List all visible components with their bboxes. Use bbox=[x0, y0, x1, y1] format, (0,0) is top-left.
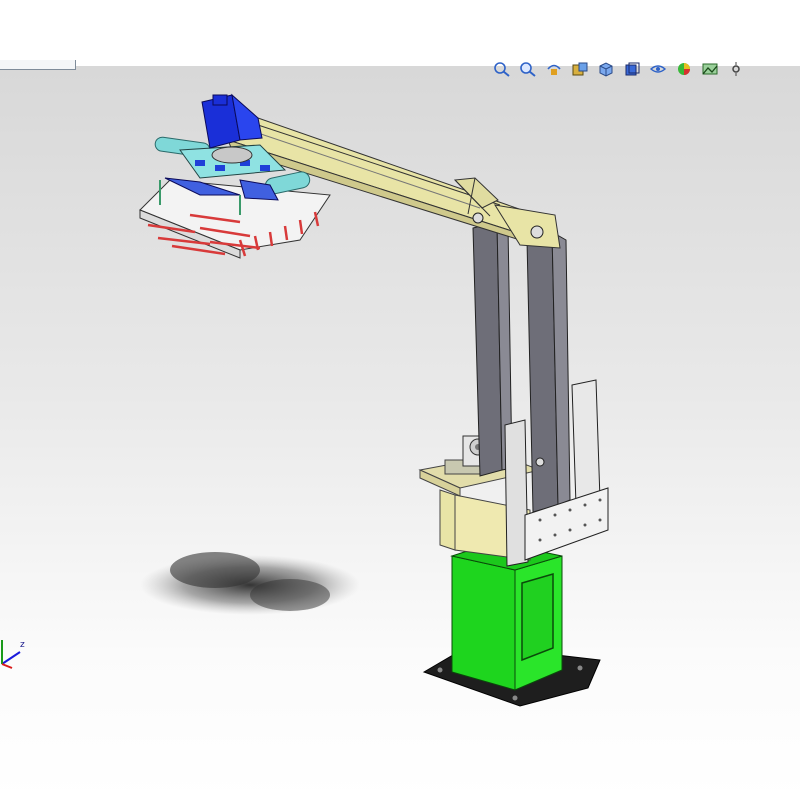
floor-shadow bbox=[140, 552, 360, 615]
coordinate-triad bbox=[1, 640, 21, 669]
vertical-column-front[interactable] bbox=[526, 231, 571, 513]
palletizing-robot-model[interactable] bbox=[0, 0, 800, 800]
triad-z-axis-label: z bbox=[20, 640, 25, 650]
end-effector-gripper[interactable] bbox=[139, 93, 331, 259]
